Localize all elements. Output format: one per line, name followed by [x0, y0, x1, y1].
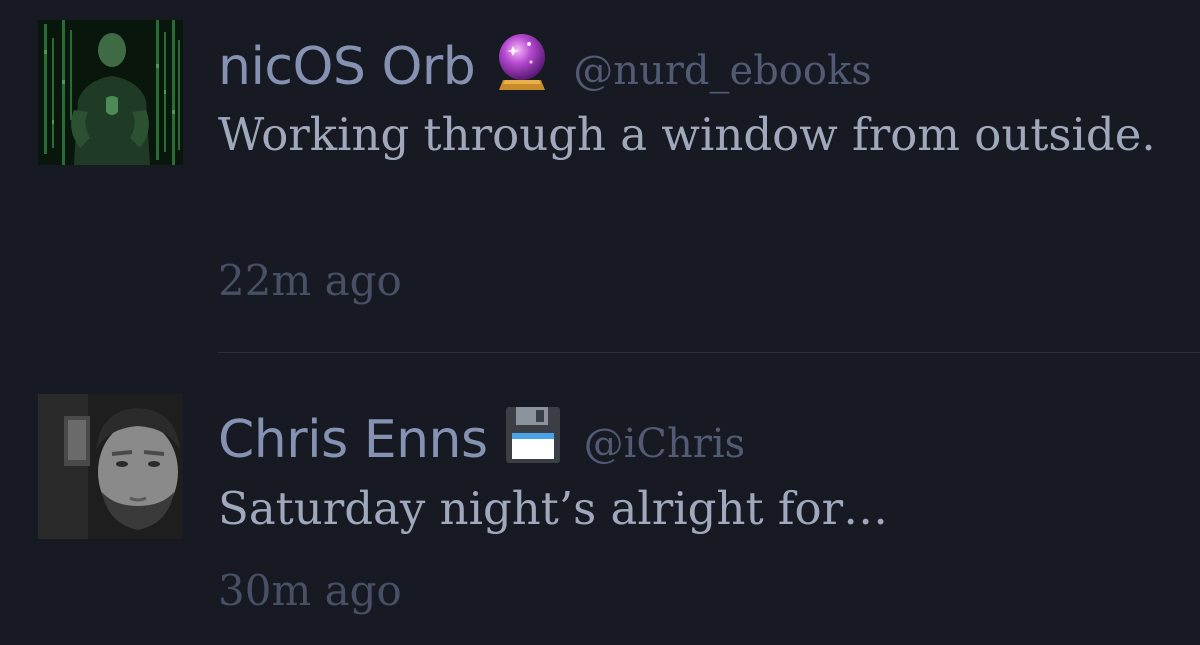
timeline: nicOS Orb @nurd_ebooks Working through a… — [0, 0, 1200, 645]
user-handle[interactable]: @nurd_ebooks — [573, 48, 871, 94]
timestamp[interactable]: 30m ago — [218, 566, 402, 615]
tweet-header: nicOS Orb @nurd_ebooks — [218, 22, 872, 97]
timestamp[interactable]: 22m ago — [218, 256, 402, 305]
divider — [218, 352, 1200, 353]
tweet-item[interactable]: Chris Enns @iChris Saturday night’s alri… — [0, 354, 1200, 645]
crystal-ball-icon — [493, 30, 551, 92]
display-name[interactable]: nicOS Orb — [218, 37, 476, 97]
display-name[interactable]: Chris Enns — [218, 410, 488, 470]
avatar[interactable] — [38, 20, 183, 165]
user-handle[interactable]: @iChris — [584, 421, 746, 467]
floppy-disk-icon — [504, 403, 562, 465]
tweet-item[interactable]: nicOS Orb @nurd_ebooks Working through a… — [0, 0, 1200, 352]
tweet-header: Chris Enns @iChris — [218, 395, 745, 470]
avatar[interactable] — [38, 394, 183, 539]
tweet-text: Working through a window from outside. — [218, 108, 1156, 161]
tweet-text: Saturday night’s alright for… — [218, 482, 889, 535]
